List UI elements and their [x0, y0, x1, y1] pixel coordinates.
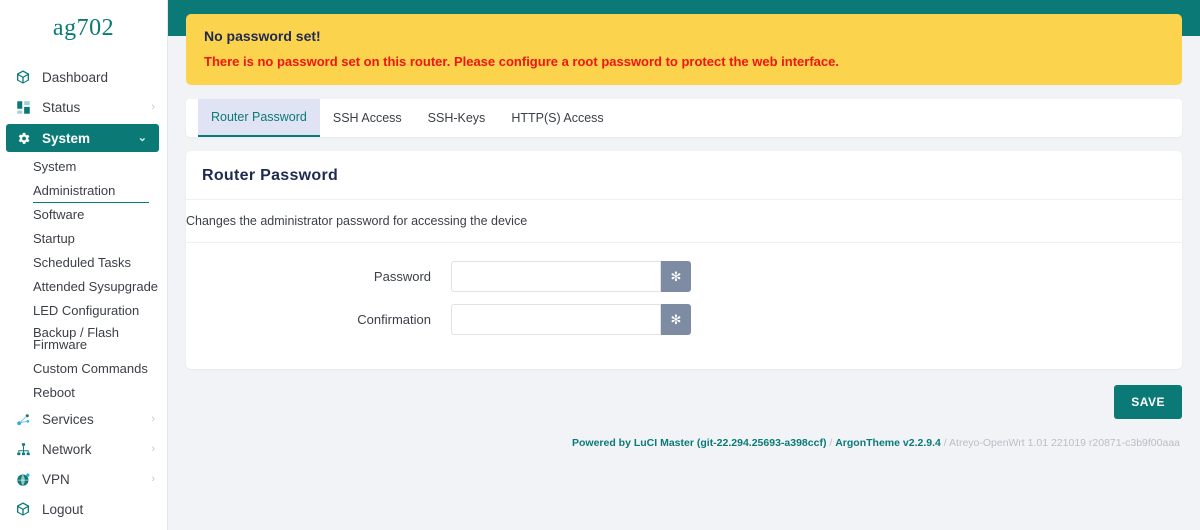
tab-https-access[interactable]: HTTP(S) Access [498, 99, 616, 137]
sidebar-item-label: System [42, 130, 91, 146]
password-field-group: ✻ [451, 261, 691, 292]
toggle-password-visibility-icon[interactable]: ✻ [661, 261, 691, 292]
sidebar-item-label: Services [42, 411, 94, 427]
form-row-confirmation: Confirmation ✻ [186, 304, 1182, 335]
tab-label: SSH-Keys [427, 111, 486, 125]
submenu-item-label: Administration [33, 182, 116, 198]
grid-blocks-icon [14, 98, 32, 116]
submenu-item-label: Reboot [33, 384, 75, 400]
confirmation-label: Confirmation [357, 312, 431, 327]
submenu-item-label: Startup [33, 230, 75, 246]
chevron-right-icon: › [151, 472, 155, 485]
confirmation-input[interactable] [451, 304, 661, 335]
submenu-item-software[interactable]: Software [0, 202, 167, 226]
gear-icon [14, 129, 32, 147]
tab-router-password[interactable]: Router Password [198, 99, 320, 137]
submenu-item-label: Custom Commands [33, 360, 148, 376]
sidebar-item-status[interactable]: Status › [0, 92, 167, 122]
password-label: Password [373, 269, 431, 284]
toggle-confirmation-visibility-icon[interactable]: ✻ [661, 304, 691, 335]
form-row-password: Password ✻ [186, 261, 1182, 292]
app-root: ag702 Dashboard Status › System ⌄ System… [0, 0, 1200, 530]
submenu-item-reboot[interactable]: Reboot [0, 380, 167, 404]
main-content: No password set! There is no password se… [168, 0, 1200, 530]
no-password-alert: No password set! There is no password se… [186, 14, 1182, 85]
sidebar: ag702 Dashboard Status › System ⌄ System… [0, 0, 168, 530]
globe-icon [14, 470, 32, 488]
sitemap-icon [14, 440, 32, 458]
submenu-item-led-configuration[interactable]: LED Configuration [0, 298, 167, 322]
submenu-item-startup[interactable]: Startup [0, 226, 167, 250]
submenu-item-system[interactable]: System [0, 154, 167, 178]
sidebar-item-label: VPN [42, 471, 70, 487]
footer-firmware-version: Atreyo-OpenWrt 1.01 221019 r20871-c3b9f0… [949, 437, 1180, 449]
submenu-item-custom-commands[interactable]: Custom Commands [0, 356, 167, 380]
submenu-item-administration[interactable]: Administration [0, 178, 167, 203]
tab-label: HTTP(S) Access [511, 111, 604, 125]
footer: Powered by LuCI Master (git-22.294.25693… [186, 437, 1182, 457]
tab-ssh-keys[interactable]: SSH-Keys [415, 99, 499, 137]
password-form: Password ✻ Confirmation ✻ [186, 243, 1182, 369]
confirmation-field-group: ✻ [451, 304, 691, 335]
alert-message: There is no password set on this router.… [204, 54, 839, 69]
sidebar-item-label: Status [42, 99, 81, 115]
sidebar-item-services[interactable]: Services › [0, 404, 167, 434]
sidebar-item-label: Logout [42, 501, 84, 517]
tab-label: SSH Access [332, 111, 402, 125]
sidebar-item-vpn[interactable]: VPN › [0, 464, 167, 494]
chevron-right-icon: › [151, 100, 155, 113]
sidebar-nav: Dashboard Status › System ⌄ System Admin… [0, 56, 167, 524]
chevron-down-icon: ⌄ [137, 131, 147, 144]
sidebar-item-label: Network [42, 441, 92, 457]
chevron-right-icon: › [151, 412, 155, 425]
submenu-item-attended-sysupgrade[interactable]: Attended Sysupgrade [0, 274, 167, 298]
page-title: Router Password [186, 151, 1182, 200]
tab-bar: Router Password SSH Access SSH-Keys HTTP… [186, 99, 1182, 137]
submenu-item-label: Scheduled Tasks [33, 254, 132, 270]
submenu-item-backup-flash-firmware[interactable]: Backup / Flash Firmware [0, 322, 167, 356]
system-submenu: System Administration Software Startup S… [0, 154, 167, 404]
submenu-item-scheduled-tasks[interactable]: Scheduled Tasks [0, 250, 167, 274]
tab-label: Router Password [211, 110, 307, 124]
alert-title: No password set! [204, 28, 321, 44]
save-button[interactable]: SAVE [1114, 385, 1182, 419]
footer-theme-link[interactable]: ArgonTheme v2.2.9.4 [835, 437, 941, 449]
asterisk-glyph: ✻ [670, 269, 682, 284]
sidebar-item-system[interactable]: System ⌄ [6, 124, 159, 152]
sidebar-item-logout[interactable]: Logout [0, 494, 167, 524]
submenu-item-label: Attended Sysupgrade [33, 278, 159, 294]
action-row: SAVE [186, 385, 1182, 419]
cube-icon [14, 500, 32, 518]
brand-logo: ag702 [0, 0, 167, 56]
submenu-item-label: Backup / Flash Firmware [33, 325, 119, 352]
brand-name: ag702 [52, 14, 115, 41]
submenu-item-label: Software [33, 206, 85, 222]
chevron-right-icon: › [151, 442, 155, 455]
sidebar-item-network[interactable]: Network › [0, 434, 167, 464]
submenu-item-label: System [33, 158, 77, 174]
nodes-icon [14, 410, 32, 428]
sidebar-item-dashboard[interactable]: Dashboard [0, 62, 167, 92]
submenu-item-label: LED Configuration [33, 302, 140, 318]
router-password-card: Router Password Changes the administrato… [186, 151, 1182, 369]
footer-luci-link[interactable]: Powered by LuCI Master (git-22.294.25693… [572, 437, 826, 449]
tab-ssh-access[interactable]: SSH Access [320, 99, 415, 137]
sidebar-item-label: Dashboard [42, 69, 109, 85]
footer-separator: / [826, 437, 836, 449]
password-input[interactable] [451, 261, 661, 292]
content-area: No password set! There is no password se… [168, 14, 1200, 457]
footer-separator: / [940, 437, 950, 449]
asterisk-glyph: ✻ [670, 312, 682, 327]
card-description: Changes the administrator password for a… [186, 200, 1182, 243]
cube-icon [14, 68, 32, 86]
